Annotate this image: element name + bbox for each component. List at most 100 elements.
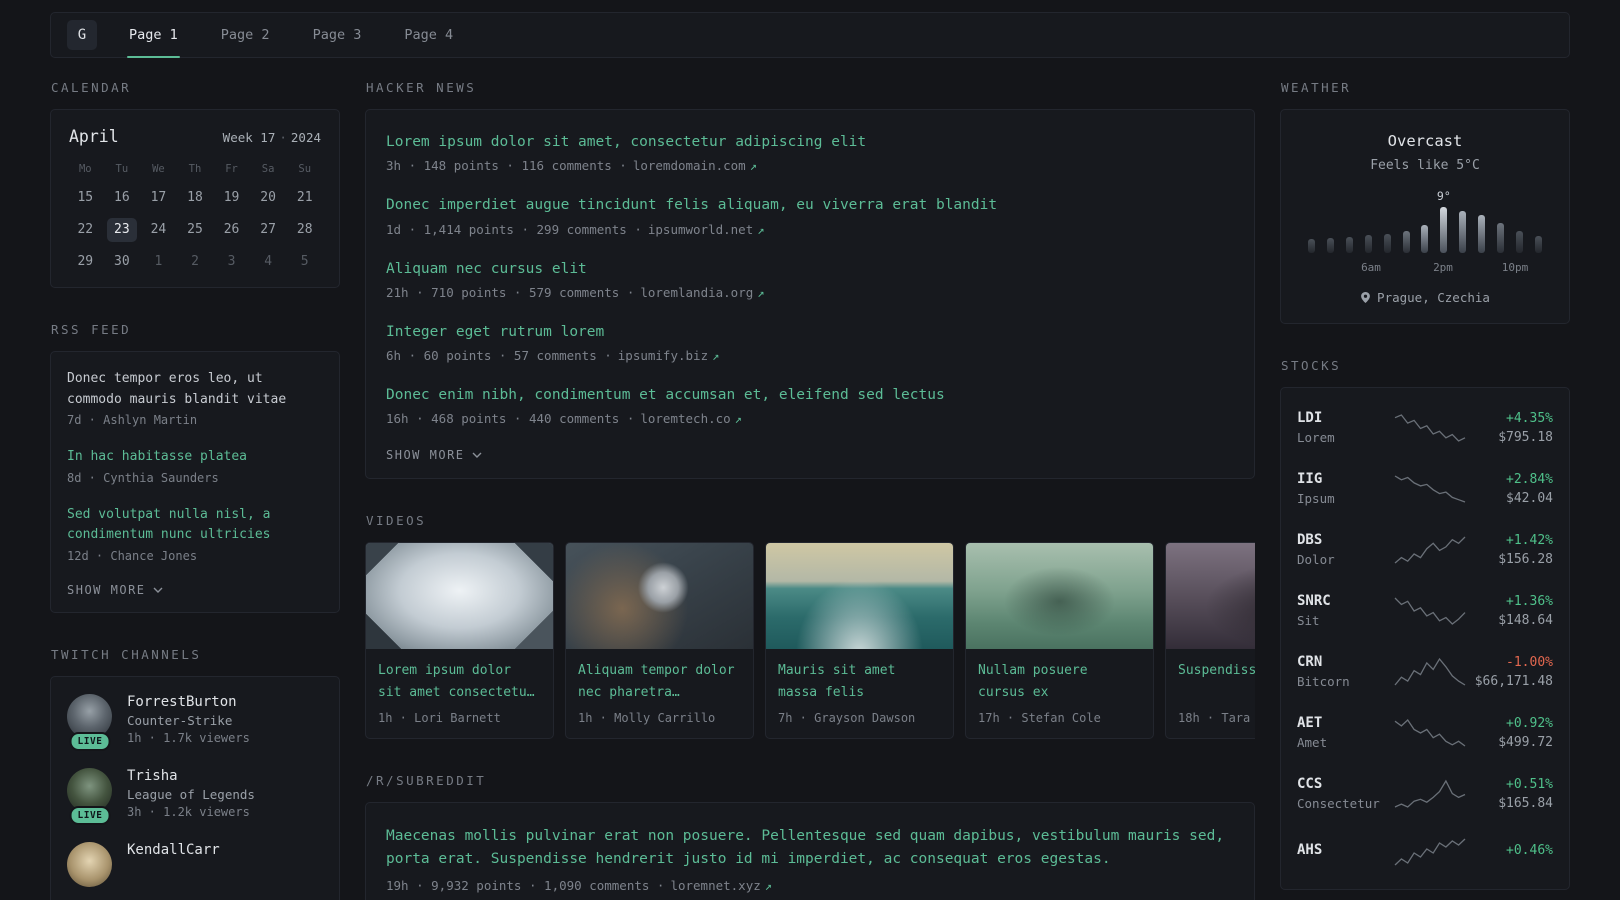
calendar-day[interactable]: 1	[143, 250, 173, 274]
hn-item-domain[interactable]: loremlandia.org ↗	[640, 285, 764, 300]
weather-time-label: 2pm	[1433, 261, 1453, 274]
section-title-weather: WEATHER	[1281, 80, 1352, 95]
calendar-day[interactable]: 27	[253, 218, 283, 242]
calendar-day[interactable]: 19	[217, 186, 247, 210]
video-thumbnail	[366, 543, 553, 650]
calendar-day[interactable]: 29	[70, 250, 100, 274]
channel-category: League of Legends	[127, 786, 255, 802]
twitch-channel[interactable]: KendallCarr	[67, 841, 323, 887]
subreddit-post-stats: 19h · 9,932 points · 1,090 comments ·	[386, 878, 665, 894]
stock-name: Consectetur	[1297, 796, 1380, 811]
calendar-day-selected[interactable]: 23	[106, 218, 137, 242]
stock-sparkline	[1393, 837, 1471, 867]
calendar-day[interactable]: 22	[70, 218, 100, 242]
domain-label: ipsumify.biz	[617, 348, 709, 364]
calendar-day[interactable]: 25	[180, 218, 210, 242]
tab-page-2[interactable]: Page 2	[219, 13, 272, 57]
rss-show-more-button[interactable]: SHOW MORE	[67, 583, 163, 597]
stocks-card: LDI Lorem +4.35% $795.18 IIG Ipsum +2.84…	[1280, 387, 1570, 890]
subreddit-post-domain[interactable]: loremnet.xyz ↗	[670, 878, 772, 893]
weather-bar	[1534, 236, 1542, 253]
video-card[interactable]: Mauris sit amet massa felis 7h · Grayson…	[765, 542, 954, 740]
stock-values: +1.36% $148.64	[1471, 594, 1553, 628]
calendar-day[interactable]: 21	[290, 186, 320, 210]
calendar-day-header: Th	[188, 163, 202, 175]
stock-change: -1.00%	[1506, 654, 1553, 670]
hn-item-title[interactable]: Donec imperdiet augue tincidunt felis al…	[386, 195, 1234, 215]
calendar-grid: Mo Tu We Th Fr Sa Su 15 16 17 18 19 20 21 22 23 24 25 26 27…	[65, 160, 325, 274]
topbar: G Page 1 Page 2 Page 3 Page 4	[50, 12, 1570, 58]
stock-ticker: DBS	[1297, 532, 1323, 548]
hn-item-title[interactable]: Donec enim nibh, condimentum et accumsan…	[386, 385, 1234, 405]
hackernews-show-more-button[interactable]: SHOW MORE	[386, 448, 482, 462]
hn-item-domain[interactable]: ipsumify.biz ↗	[618, 348, 720, 363]
rss-item-title[interactable]: Sed volutpat nulla nisl, a condimentum n…	[67, 505, 323, 546]
tab-page-3[interactable]: Page 3	[311, 13, 364, 57]
stock-info: DBS Dolor	[1297, 532, 1393, 567]
external-link-icon: ↗	[764, 879, 772, 894]
calendar-day[interactable]: 30	[107, 250, 137, 274]
stock-row[interactable]: AET Amet +0.92% $499.72	[1297, 702, 1553, 763]
video-card[interactable]: Suspendisse diam 18h · Tara	[1165, 542, 1255, 740]
video-card[interactable]: Aliquam tempor dolor nec pharetra… 1h · …	[565, 542, 754, 740]
calendar-day[interactable]: 20	[253, 186, 283, 210]
hn-item-meta: 21h · 710 points · 579 comments · loremla…	[386, 285, 1234, 300]
rss-item-title[interactable]: Donec tempor eros leo, ut commodo mauris…	[67, 369, 323, 410]
video-card[interactable]: Nullam posuere cursus ex 17h · Stefan Co…	[965, 542, 1154, 740]
calendar-card: April Week 17 · 2024 Mo Tu We Th Fr Sa Su 15 16 17 1…	[50, 109, 340, 288]
video-card[interactable]: Lorem ipsum dolor sit amet consectetu… 1…	[365, 542, 554, 740]
hn-item-title[interactable]: Aliquam nec cursus elit	[386, 259, 1234, 279]
calendar-day[interactable]: 3	[217, 250, 247, 274]
stock-price: $66,171.48	[1474, 673, 1553, 689]
page-tabs: Page 1 Page 2 Page 3 Page 4	[127, 13, 494, 58]
stock-row[interactable]: CRN Bitcorn -1.00% $66,171.48	[1297, 641, 1553, 702]
channel-category: Counter-Strike	[127, 712, 233, 728]
tab-page-4[interactable]: Page 4	[402, 13, 455, 57]
stock-info: LDI Lorem	[1297, 410, 1393, 445]
channel-meta: 3h · 1.2k viewers	[127, 804, 250, 819]
calendar-day[interactable]: 5	[290, 250, 320, 274]
tab-page-1[interactable]: Page 1	[127, 13, 180, 58]
app-logo[interactable]: G	[67, 20, 97, 50]
video-meta: 18h · Tara	[1178, 711, 1251, 726]
stock-name: Dolor	[1297, 552, 1335, 567]
twitch-channel[interactable]: LIVE ForrestBurton Counter-Strike 1h · 1…	[67, 693, 323, 751]
stock-row[interactable]: DBS Dolor +1.42% $156.28	[1297, 519, 1553, 580]
twitch-channel[interactable]: LIVE Trisha League of Legends 3h · 1.2k …	[67, 767, 323, 825]
stock-row[interactable]: SNRC Sit +1.36% $148.64	[1297, 580, 1553, 641]
stock-info: CRN Bitcorn	[1297, 654, 1393, 689]
hn-item-domain[interactable]: ipsumworld.net ↗	[648, 222, 765, 237]
weather-bar	[1515, 231, 1523, 253]
stock-row[interactable]: IIG Ipsum +2.84% $42.04	[1297, 458, 1553, 519]
calendar-day[interactable]: 17	[143, 186, 173, 210]
rss-item: Donec tempor eros leo, ut commodo mauris…	[67, 369, 323, 427]
calendar-day[interactable]: 4	[253, 250, 283, 274]
video-meta: 17h · Stefan Cole	[978, 711, 1101, 726]
external-link-icon: ↗	[734, 412, 742, 427]
calendar-day[interactable]: 2	[180, 250, 210, 274]
hn-item-title[interactable]: Integer eget rutrum lorem	[386, 322, 1234, 342]
calendar-day[interactable]: 26	[217, 218, 247, 242]
calendar-day[interactable]: 15	[70, 186, 100, 210]
stock-row[interactable]: AHS +0.46%	[1297, 824, 1553, 880]
hn-item-title[interactable]: Lorem ipsum dolor sit amet, consectetur …	[386, 132, 1234, 152]
calendar-day[interactable]: 16	[107, 186, 137, 210]
calendar-section: CALENDAR April Week 17 · 2024 Mo Tu We Th Fr Sa…	[50, 80, 340, 288]
videos-section: VIDEOS Lorem ipsum dolor sit amet consec…	[365, 513, 1255, 740]
stock-sparkline	[1393, 718, 1471, 748]
stock-values: +4.35% $795.18	[1471, 411, 1553, 445]
separator-dot: ·	[279, 130, 287, 145]
stock-row[interactable]: CCS Consectetur +0.51% $165.84	[1297, 763, 1553, 824]
subreddit-post-title[interactable]: Maecenas mollis pulvinar erat non posuer…	[386, 825, 1234, 870]
channel-name: KendallCarr	[127, 841, 220, 858]
rss-item-meta: 7d · Ashlyn Martin	[67, 413, 198, 428]
video-title: Nullam posuere cursus ex	[978, 663, 1088, 700]
hn-item-domain[interactable]: loremtech.co ↗	[640, 411, 742, 426]
stock-row[interactable]: LDI Lorem +4.35% $795.18	[1297, 397, 1553, 458]
calendar-day[interactable]: 18	[180, 186, 210, 210]
rss-item-title[interactable]: In hac habitasse platea	[67, 447, 323, 468]
calendar-day[interactable]: 28	[290, 218, 320, 242]
weather-bar	[1459, 211, 1467, 253]
calendar-day[interactable]: 24	[143, 218, 173, 242]
hn-item-domain[interactable]: loremdomain.com ↗	[633, 158, 757, 173]
